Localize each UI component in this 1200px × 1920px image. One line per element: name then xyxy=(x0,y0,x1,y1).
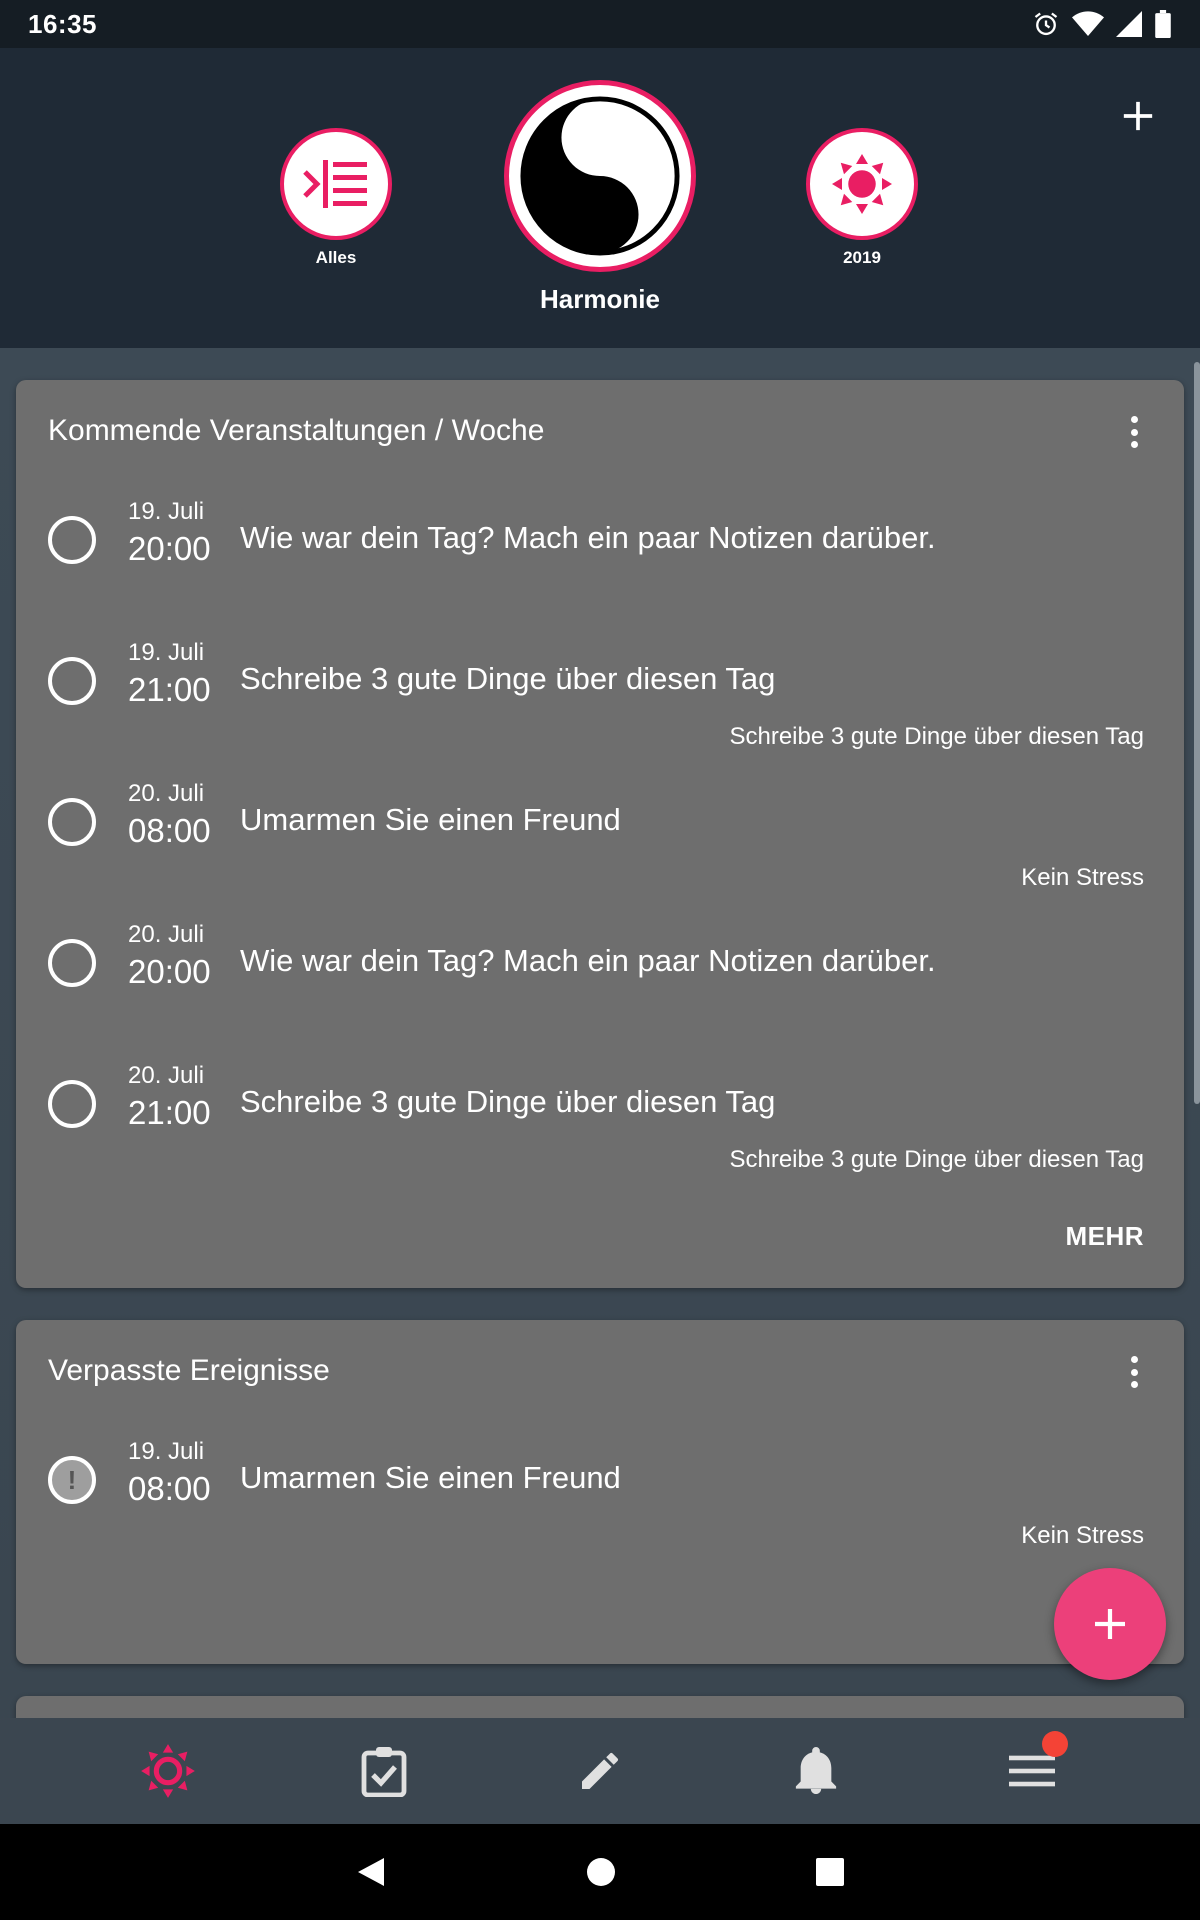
event-checkbox[interactable] xyxy=(48,1080,96,1128)
category-alles[interactable]: Alles xyxy=(280,128,392,268)
event-time: 08:00 xyxy=(128,1470,211,1507)
event-checkbox[interactable] xyxy=(48,798,96,846)
event-goal: Schreibe 3 gute Dinge über diesen Tag xyxy=(729,723,1144,750)
event-item[interactable]: 19. Juli 21:00 Schreibe 3 gute Dinge übe… xyxy=(16,639,1184,780)
next-card xyxy=(16,1696,1184,1718)
scrollbar[interactable] xyxy=(1194,362,1200,1104)
event-time: 21:00 xyxy=(128,671,211,708)
missed-alert-icon[interactable]: ! xyxy=(48,1456,96,1504)
nav-notifications[interactable] xyxy=(766,1721,866,1821)
pencil-icon xyxy=(582,1752,618,1789)
event-text: Wie war dein Tag? Mach ein paar Notizen … xyxy=(240,943,936,978)
event-item[interactable]: 19. Juli 20:00 Wie war dein Tag? Mach ei… xyxy=(16,498,1184,639)
bell-icon xyxy=(795,1747,837,1794)
event-date: 19. Juli xyxy=(128,639,205,666)
category-alles-circle xyxy=(280,128,392,240)
add-event-fab[interactable] xyxy=(1054,1568,1166,1680)
event-text: Umarmen Sie einen Freund xyxy=(240,1460,621,1495)
category-label: Harmonie xyxy=(540,284,660,314)
category-harmonie-circle xyxy=(504,80,696,272)
status-bar: 16:35 xyxy=(0,0,1200,48)
nav-journal[interactable] xyxy=(550,1721,650,1821)
event-time: 08:00 xyxy=(128,812,211,849)
back-icon[interactable] xyxy=(356,1856,386,1888)
event-date: 19. Juli xyxy=(128,1438,205,1465)
event-checkbox[interactable] xyxy=(48,657,96,705)
missed-events-card: Verpasste Ereignisse ! 19. Juli 08:00 Um… xyxy=(16,1320,1184,1664)
event-goal: Kein Stress xyxy=(1021,1522,1144,1549)
event-text: Schreibe 3 gute Dinge über diesen Tag xyxy=(240,661,776,696)
event-checkbox[interactable] xyxy=(48,939,96,987)
event-checkbox[interactable] xyxy=(48,516,96,564)
notification-badge xyxy=(1042,1731,1068,1757)
event-text: Umarmen Sie einen Freund xyxy=(240,802,621,837)
event-goal: Kein Stress xyxy=(1021,864,1144,891)
battery-icon xyxy=(1155,10,1171,38)
nav-dashboard[interactable] xyxy=(118,1721,218,1821)
list-indent-icon xyxy=(303,160,367,208)
sun-icon xyxy=(832,154,892,214)
card-overflow-menu-icon[interactable] xyxy=(1124,412,1144,452)
plus-icon xyxy=(1095,1609,1125,1639)
event-date: 19. Juli xyxy=(128,498,205,525)
sun-icon xyxy=(141,1744,195,1798)
category-label: 2019 xyxy=(843,248,881,267)
add-category-button[interactable] xyxy=(1110,88,1166,144)
more-button[interactable]: MEHR xyxy=(1065,1221,1144,1252)
nav-menu[interactable] xyxy=(982,1721,1082,1821)
card-overflow-menu-icon[interactable] xyxy=(1124,1352,1144,1392)
status-icons xyxy=(1032,10,1172,38)
dashboard-content[interactable]: Kommende Veranstaltungen / Woche 19. Jul… xyxy=(0,348,1200,1718)
plus-icon xyxy=(1123,101,1153,131)
event-goal: Schreibe 3 gute Dinge über diesen Tag xyxy=(729,1146,1144,1173)
event-item[interactable]: ! 19. Juli 08:00 Umarmen Sie einen Freun… xyxy=(16,1438,1184,1579)
card-title: Kommende Veranstaltungen / Woche xyxy=(48,414,545,447)
event-date: 20. Juli xyxy=(128,1062,205,1089)
clipboard-check-icon xyxy=(361,1747,407,1797)
event-date: 20. Juli xyxy=(128,921,205,948)
menu-icon xyxy=(1009,1755,1055,1787)
event-time: 20:00 xyxy=(128,953,211,990)
event-time: 20:00 xyxy=(128,530,211,567)
event-item[interactable]: 20. Juli 08:00 Umarmen Sie einen Freund … xyxy=(16,780,1184,921)
category-harmonie[interactable]: Harmonie xyxy=(504,80,696,315)
event-text: Schreibe 3 gute Dinge über diesen Tag xyxy=(240,1084,776,1119)
home-icon[interactable] xyxy=(586,1857,616,1887)
event-item[interactable]: 20. Juli 21:00 Schreibe 3 gute Dinge übe… xyxy=(16,1062,1184,1203)
card-title: Verpasste Ereignisse xyxy=(48,1354,330,1387)
category-2019[interactable]: 2019 xyxy=(806,128,918,268)
yin-yang-icon xyxy=(520,96,680,256)
alarm-icon xyxy=(1034,12,1058,36)
signal-icon xyxy=(1116,11,1142,37)
recents-icon[interactable] xyxy=(816,1858,844,1886)
event-time: 21:00 xyxy=(128,1094,211,1131)
event-item[interactable]: 20. Juli 20:00 Wie war dein Tag? Mach ei… xyxy=(16,921,1184,1062)
event-date: 20. Juli xyxy=(128,780,205,807)
event-text: Wie war dein Tag? Mach ein paar Notizen … xyxy=(240,520,936,555)
status-time: 16:35 xyxy=(28,8,97,39)
nav-tasks[interactable] xyxy=(334,1721,434,1821)
system-navigation-bar xyxy=(0,1824,1200,1920)
bottom-navigation xyxy=(0,1718,1200,1824)
category-label: Alles xyxy=(315,248,357,267)
wifi-icon xyxy=(1072,11,1104,37)
category-2019-circle xyxy=(806,128,918,240)
upcoming-events-card: Kommende Veranstaltungen / Woche 19. Jul… xyxy=(16,380,1184,1288)
category-header: Alles Harmonie 2019 xyxy=(0,48,1200,348)
